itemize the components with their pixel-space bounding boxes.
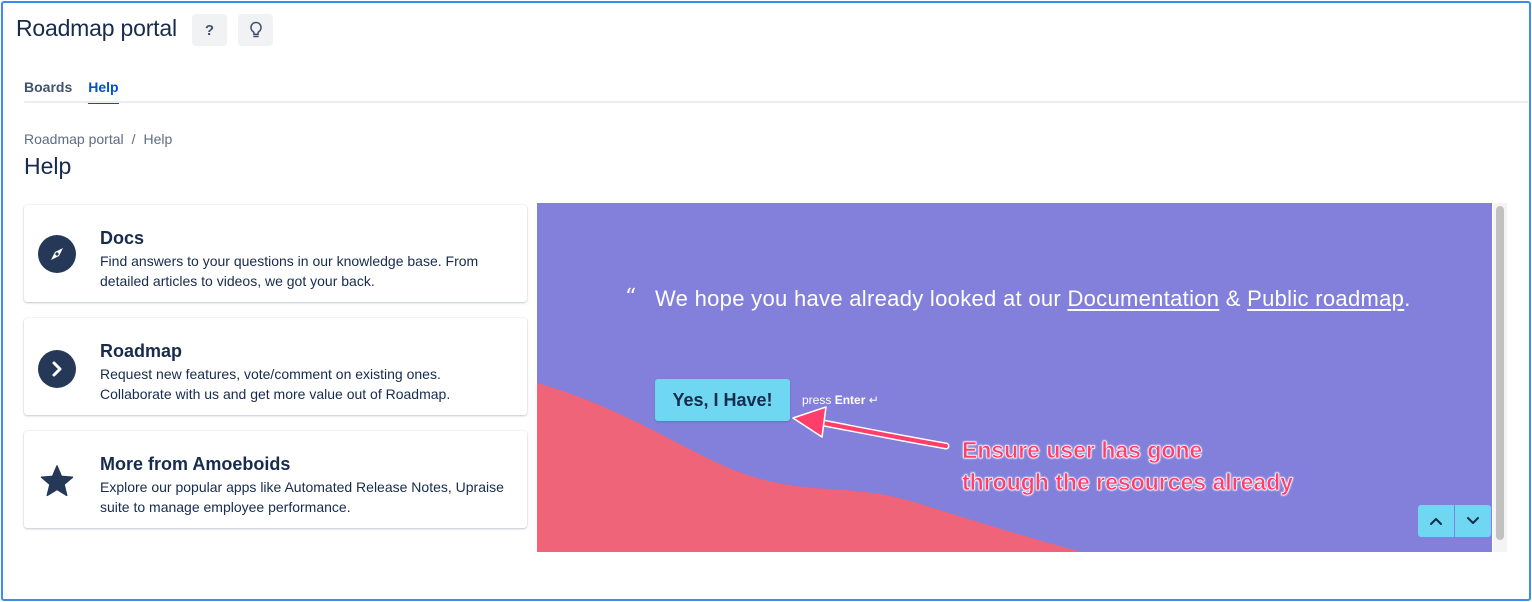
quote-and: & [1219, 286, 1248, 311]
public-roadmap-link[interactable]: Public roadmap [1247, 286, 1404, 311]
embedded-form: “ We hope you have already looked at our… [537, 203, 1492, 552]
press-label: press [802, 393, 832, 407]
embed-scrollbar-thumb[interactable] [1496, 206, 1504, 540]
background-wave [537, 383, 1082, 552]
annotation-text: Ensure user has gone through the resourc… [962, 434, 1294, 498]
form-question: We hope you have already looked at our D… [655, 283, 1415, 315]
chevron-right-icon [38, 350, 76, 388]
lightbulb-icon [249, 21, 262, 38]
app-title: Roadmap portal [16, 15, 177, 41]
star-icon [38, 463, 76, 501]
amoeboids-card-description: Explore our popular apps like Automated … [100, 479, 504, 515]
enter-key-label: Enter [834, 393, 866, 407]
chevron-up-icon [1430, 518, 1442, 525]
amoeboids-card[interactable]: More from Amoeboids Explore our popular … [24, 431, 527, 528]
roadmap-card-description: Request new features, vote/comment on ex… [100, 366, 451, 402]
previous-question-button[interactable] [1418, 505, 1454, 537]
press-enter-hint: press Enter ↵ [802, 393, 879, 407]
idea-button[interactable] [238, 14, 273, 46]
quote-mark: “ [625, 285, 637, 310]
breadcrumb-item-roadmap-portal[interactable]: Roadmap portal [24, 131, 124, 147]
documentation-link[interactable]: Documentation [1067, 286, 1219, 311]
chevron-down-icon [1467, 517, 1479, 524]
docs-card[interactable]: Docs Find answers to your questions in o… [24, 205, 527, 302]
breadcrumb-separator: / [131, 131, 136, 147]
breadcrumb-item-help[interactable]: Help [144, 131, 173, 147]
help-button[interactable]: ? [192, 14, 227, 46]
breadcrumb: Roadmap portal / Help [24, 131, 172, 147]
page-title: Help [24, 153, 72, 179]
annotation-line-2: through the resources already [962, 469, 1294, 496]
compass-icon [38, 235, 76, 273]
roadmap-card[interactable]: Roadmap Request new features, vote/comme… [24, 318, 527, 415]
quote-suffix: . [1404, 286, 1411, 311]
docs-card-title: Docs [100, 228, 145, 248]
form-nav-arrows [1418, 505, 1491, 537]
amoeboids-card-title: More from Amoeboids [100, 454, 291, 474]
next-question-button[interactable] [1455, 505, 1491, 537]
roadmap-card-title: Roadmap [100, 341, 183, 361]
quote-prefix: We hope you have already looked at our [655, 286, 1068, 311]
tabs-divider [24, 101, 1528, 103]
docs-card-description: Find answers to your questions in our kn… [100, 253, 479, 289]
annotation-line-1: Ensure user has gone [962, 437, 1203, 464]
enter-key-icon: ↵ [868, 393, 879, 407]
yes-i-have-button[interactable]: Yes, I Have! [655, 379, 790, 421]
